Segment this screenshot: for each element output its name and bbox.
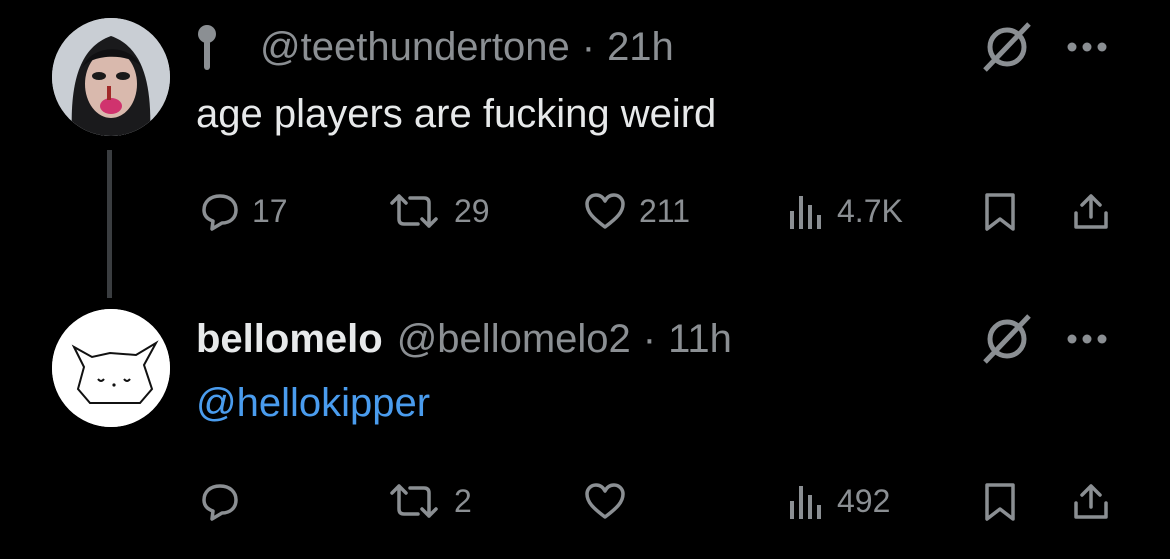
- tweet1-share-button[interactable]: [1070, 191, 1112, 233]
- avatar-teethundertone[interactable]: [52, 18, 170, 136]
- tweet1-header: @teethundertone · 21h: [196, 22, 674, 72]
- grok-icon[interactable]: [980, 312, 1034, 366]
- tweet1-view-count: 4.7K: [837, 192, 903, 229]
- tweet2-text-mention[interactable]: @hellokipper: [196, 381, 430, 426]
- thread-connector-line: [107, 150, 112, 298]
- repost-icon: [386, 191, 442, 231]
- tweet1-corner: [980, 22, 1108, 72]
- tweet1-text: age players are fucking weird: [196, 92, 717, 136]
- grok-icon[interactable]: [980, 20, 1034, 74]
- tweet2-repost-count: 2: [454, 482, 472, 519]
- share-icon: [1070, 191, 1112, 233]
- tweet1-repost-count: 29: [454, 192, 490, 229]
- bookmark-icon: [980, 191, 1020, 233]
- like-icon: [583, 191, 627, 231]
- tweet2-share-button[interactable]: [1070, 481, 1112, 523]
- tweet2-separator: ·: [642, 316, 657, 361]
- views-icon: [785, 191, 825, 231]
- tweet1-time[interactable]: 21h: [607, 25, 674, 70]
- tweet2-view-count: 492: [837, 482, 891, 519]
- tweet2-repost-button[interactable]: 2: [386, 481, 472, 521]
- tweet2-bookmark-button[interactable]: [980, 481, 1020, 523]
- tweet1-reply-button[interactable]: 17: [200, 191, 288, 231]
- more-icon[interactable]: [1066, 41, 1108, 53]
- more-icon[interactable]: [1066, 333, 1108, 345]
- tweet2-reply-button[interactable]: [200, 481, 252, 521]
- pin-emoji-icon: [196, 24, 236, 70]
- tweet2-views-button[interactable]: 492: [785, 481, 890, 521]
- share-icon: [1070, 481, 1112, 523]
- like-icon: [583, 481, 627, 521]
- repost-icon: [386, 481, 442, 521]
- reply-icon: [200, 481, 240, 521]
- tweet2-like-button[interactable]: [583, 481, 639, 521]
- tweet1-repost-button[interactable]: 29: [386, 191, 490, 231]
- avatar-bellomelo[interactable]: [52, 309, 170, 427]
- tweet2-header: bellomelo @bellomelo2 · 11h: [196, 314, 732, 364]
- tweet1-like-button[interactable]: 211: [583, 191, 690, 231]
- bookmark-icon: [980, 481, 1020, 523]
- tweet1-bookmark-button[interactable]: [980, 191, 1020, 233]
- tweet2-display-name[interactable]: bellomelo: [196, 317, 383, 362]
- views-icon: [785, 481, 825, 521]
- tweet2-handle[interactable]: @bellomelo2: [397, 317, 631, 362]
- tweet1-reply-count: 17: [252, 192, 288, 229]
- tweet2-corner: [980, 314, 1108, 364]
- tweet1-views-button[interactable]: 4.7K: [785, 191, 903, 231]
- tweet1-separator: ·: [581, 24, 596, 69]
- reply-icon: [200, 191, 240, 231]
- tweet1-like-count: 211: [639, 192, 691, 229]
- tweet1-handle[interactable]: @teethundertone: [260, 25, 570, 70]
- tweet2-time[interactable]: 11h: [668, 317, 732, 362]
